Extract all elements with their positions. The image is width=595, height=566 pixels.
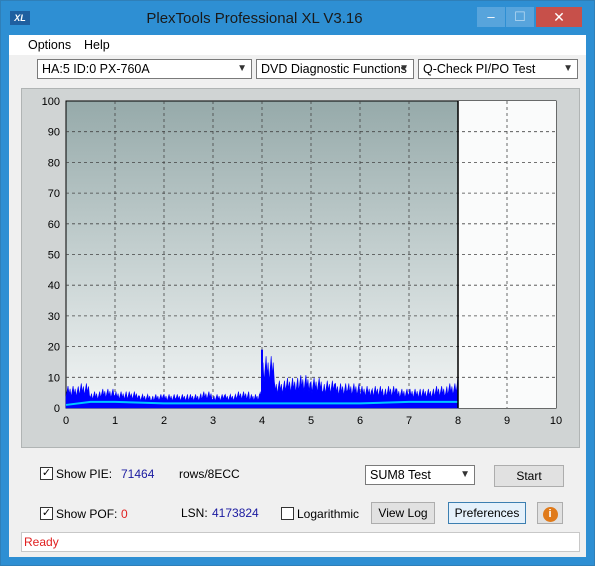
x-tick-label: 7 [406, 415, 412, 427]
x-tick-label: 4 [259, 415, 265, 427]
lsn-label: LSN: [181, 506, 208, 520]
x-tick-label: 2 [161, 415, 167, 427]
show-pie-label: Show PIE: [56, 467, 113, 481]
pie-poe-chart: 0 10 20 30 40 50 60 70 80 90 100 0 1 2 3 4 5 6 7 8 9 10 [42, 96, 562, 427]
x-tick-label: 9 [504, 415, 510, 427]
y-tick-label: 80 [48, 157, 60, 169]
x-tick-label: 6 [357, 415, 363, 427]
y-tick-label: 30 [48, 311, 60, 323]
function-select[interactable]: DVD Diagnostic Functions ▼ [256, 59, 414, 79]
poe-value: 0 [121, 507, 128, 521]
x-tick-label: 8 [455, 415, 461, 427]
y-tick-label: 10 [48, 372, 60, 384]
y-tick-label: 100 [42, 96, 60, 108]
client-area: Options Help HA:5 ID:0 PX-760A ▼ DVD Dia… [9, 35, 586, 557]
y-tick-label: 0 [54, 403, 60, 415]
start-button[interactable]: Start [494, 465, 564, 487]
show-poe-label: Show POF: [56, 507, 118, 521]
test-select-value: Q-Check PI/PO Test [423, 62, 536, 76]
status-bar: Ready [21, 532, 580, 552]
menu-options[interactable]: Options [28, 38, 71, 52]
y-tick-label: 50 [48, 250, 60, 262]
x-tick-label: 0 [63, 415, 69, 427]
minimize-button[interactable]: – [477, 7, 505, 27]
maximize-button[interactable]: ☐ [506, 7, 534, 27]
view-log-button[interactable]: View Log [371, 502, 435, 524]
sum-test-select[interactable]: SUM8 Test ▼ [365, 465, 475, 485]
drive-select-value: HA:5 ID:0 PX-760A [42, 62, 150, 76]
chevron-down-icon: ▼ [460, 469, 470, 480]
pie-value: 71464 [121, 467, 155, 481]
y-tick-label: 90 [48, 127, 60, 139]
info-button[interactable]: i [537, 502, 563, 524]
sum-test-value: SUM8 Test [370, 468, 431, 482]
chevron-down-icon: ▼ [237, 63, 247, 74]
y-tick-label: 70 [48, 188, 60, 200]
chart-frame: 0 10 20 30 40 50 60 70 80 90 100 0 1 2 3 4 5 6 7 8 9 10 [21, 88, 580, 448]
chevron-down-icon: ▼ [563, 63, 573, 74]
logarithmic-label: Logarithmic [297, 507, 360, 521]
status-text: Ready [24, 535, 59, 549]
app-window: XL PlexTools Professional XL V3.16 – ☐ ✕… [0, 0, 595, 566]
control-panel: ✓ Show PIE: 71464 rows/8ECC SUM8 Test ▼ … [9, 455, 586, 533]
close-button[interactable]: ✕ [536, 7, 582, 27]
y-tick-label: 60 [48, 219, 60, 231]
test-select[interactable]: Q-Check PI/PO Test ▼ [418, 59, 578, 79]
menu-bar: Options Help [9, 35, 586, 55]
x-tick-label: 1 [112, 415, 118, 427]
title-bar[interactable]: XL PlexTools Professional XL V3.16 – ☐ ✕ [1, 1, 594, 35]
y-tick-label: 40 [48, 280, 60, 292]
preferences-button[interactable]: Preferences [448, 502, 526, 524]
y-tick-label: 20 [48, 342, 60, 354]
drive-select[interactable]: HA:5 ID:0 PX-760A ▼ [37, 59, 252, 79]
menu-help[interactable]: Help [84, 38, 110, 52]
lsn-value: 4173824 [212, 506, 259, 520]
pie-unit: rows/8ECC [179, 467, 240, 481]
x-tick-label: 5 [308, 415, 314, 427]
x-tick-label: 10 [550, 415, 562, 427]
window-title: PlexTools Professional XL V3.16 [146, 10, 363, 27]
logarithmic-checkbox[interactable] [281, 507, 294, 520]
chevron-down-icon: ▼ [399, 63, 409, 74]
function-select-value: DVD Diagnostic Functions [261, 62, 407, 76]
x-tick-label: 3 [210, 415, 216, 427]
show-pie-checkbox[interactable]: ✓ [40, 467, 53, 480]
show-poe-checkbox[interactable]: ✓ [40, 507, 53, 520]
info-icon: i [542, 507, 558, 522]
